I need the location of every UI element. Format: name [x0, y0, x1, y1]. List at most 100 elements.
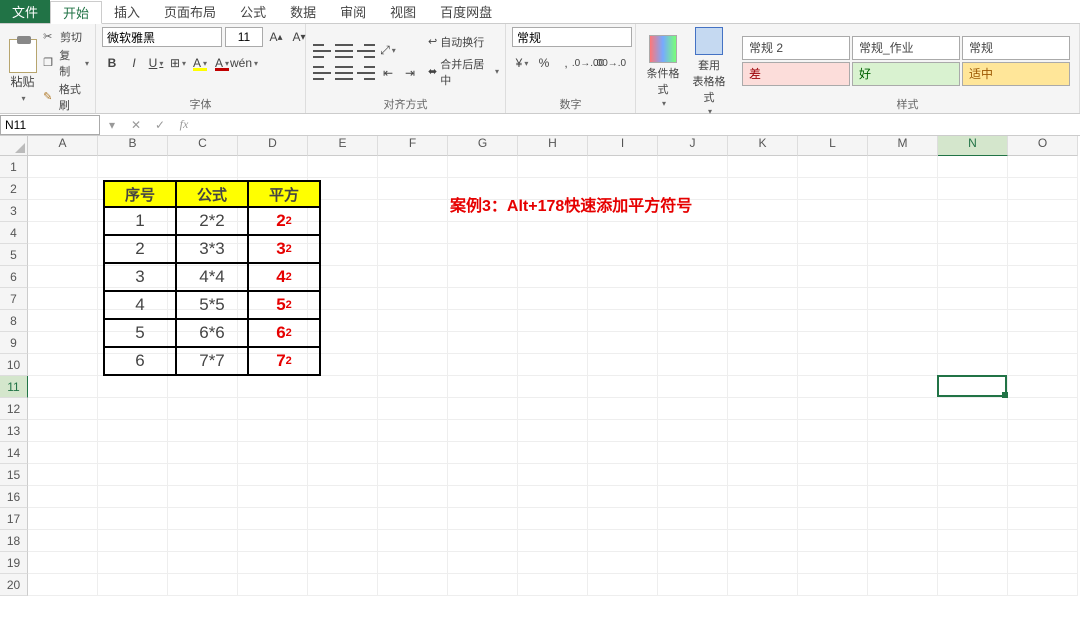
cell[interactable]	[28, 574, 98, 596]
cell[interactable]	[448, 354, 518, 376]
cell[interactable]	[28, 508, 98, 530]
cell[interactable]	[588, 310, 658, 332]
conditional-format-button[interactable]: 条件格式	[642, 35, 684, 109]
cell[interactable]	[588, 398, 658, 420]
cell[interactable]	[658, 310, 728, 332]
row-header-1[interactable]: 1	[0, 156, 28, 178]
increase-font-button[interactable]: A▴	[266, 27, 286, 47]
cell[interactable]	[308, 530, 378, 552]
cell[interactable]	[378, 486, 448, 508]
cell[interactable]	[448, 222, 518, 244]
cell[interactable]	[588, 288, 658, 310]
cell[interactable]	[168, 530, 238, 552]
font-name-select[interactable]	[102, 27, 222, 47]
cell[interactable]	[938, 464, 1008, 486]
cell[interactable]	[728, 288, 798, 310]
cell[interactable]	[588, 376, 658, 398]
menu-tab-百度网盘[interactable]: 百度网盘	[428, 0, 504, 23]
cell[interactable]	[1008, 574, 1078, 596]
cell[interactable]	[868, 552, 938, 574]
cell[interactable]	[868, 486, 938, 508]
column-header-A[interactable]: A	[28, 136, 98, 156]
cell[interactable]	[308, 398, 378, 420]
cell[interactable]	[588, 222, 658, 244]
column-header-M[interactable]: M	[868, 136, 938, 156]
cell[interactable]	[588, 420, 658, 442]
cell[interactable]	[378, 398, 448, 420]
cell[interactable]	[238, 464, 308, 486]
cell[interactable]	[308, 420, 378, 442]
cell[interactable]	[238, 486, 308, 508]
font-color-button[interactable]: A	[212, 53, 232, 73]
cell[interactable]	[938, 376, 1008, 398]
cell[interactable]	[1008, 200, 1078, 222]
cell[interactable]	[588, 574, 658, 596]
cell[interactable]	[658, 508, 728, 530]
cell[interactable]	[658, 354, 728, 376]
cell[interactable]	[938, 420, 1008, 442]
cell[interactable]	[28, 288, 98, 310]
cell[interactable]	[1008, 178, 1078, 200]
cell[interactable]	[28, 178, 98, 200]
currency-button[interactable]: ¥	[512, 53, 532, 73]
cell[interactable]	[658, 222, 728, 244]
cell[interactable]	[798, 464, 868, 486]
cell[interactable]	[518, 244, 588, 266]
row-header-5[interactable]: 5	[0, 244, 28, 266]
cell[interactable]	[728, 376, 798, 398]
indent-left-button[interactable]: ⇤	[378, 63, 398, 83]
cell[interactable]	[378, 288, 448, 310]
cell[interactable]	[378, 574, 448, 596]
menu-tab-插入[interactable]: 插入	[102, 0, 152, 23]
cell[interactable]	[28, 398, 98, 420]
cancel-formula-button[interactable]: ✕	[124, 118, 148, 132]
fill-color-button[interactable]: A	[190, 53, 210, 73]
cell[interactable]	[798, 332, 868, 354]
row-header-15[interactable]: 15	[0, 464, 28, 486]
cell[interactable]	[868, 222, 938, 244]
cell[interactable]	[728, 552, 798, 574]
cell[interactable]	[448, 552, 518, 574]
cell[interactable]	[518, 332, 588, 354]
cell[interactable]	[28, 464, 98, 486]
cell[interactable]	[98, 530, 168, 552]
cell[interactable]	[168, 486, 238, 508]
cell[interactable]	[28, 222, 98, 244]
cell[interactable]	[98, 442, 168, 464]
cell[interactable]	[98, 486, 168, 508]
cell[interactable]	[378, 376, 448, 398]
name-box[interactable]	[0, 115, 100, 135]
cell[interactable]	[168, 420, 238, 442]
column-header-N[interactable]: N	[938, 136, 1008, 156]
cell[interactable]	[938, 244, 1008, 266]
cell[interactable]	[518, 156, 588, 178]
cell[interactable]	[448, 244, 518, 266]
cell[interactable]	[378, 332, 448, 354]
cell[interactable]	[728, 420, 798, 442]
cell[interactable]	[588, 508, 658, 530]
column-header-D[interactable]: D	[238, 136, 308, 156]
cell[interactable]	[798, 486, 868, 508]
cell[interactable]	[868, 376, 938, 398]
cell[interactable]	[448, 420, 518, 442]
cell[interactable]	[98, 464, 168, 486]
cell[interactable]	[378, 178, 448, 200]
cell[interactable]	[98, 574, 168, 596]
cell[interactable]	[518, 530, 588, 552]
cell[interactable]	[938, 574, 1008, 596]
font-size-select[interactable]	[225, 27, 263, 47]
cell[interactable]	[518, 376, 588, 398]
row-header-18[interactable]: 18	[0, 530, 28, 552]
cell[interactable]	[588, 486, 658, 508]
column-header-G[interactable]: G	[448, 136, 518, 156]
cell[interactable]	[238, 376, 308, 398]
cell[interactable]	[308, 442, 378, 464]
cell[interactable]	[588, 244, 658, 266]
row-header-16[interactable]: 16	[0, 486, 28, 508]
cell[interactable]	[1008, 332, 1078, 354]
cell[interactable]	[728, 310, 798, 332]
cell[interactable]	[798, 420, 868, 442]
cell[interactable]	[728, 178, 798, 200]
cell[interactable]	[798, 178, 868, 200]
menu-tab-文件[interactable]: 文件	[0, 0, 50, 23]
